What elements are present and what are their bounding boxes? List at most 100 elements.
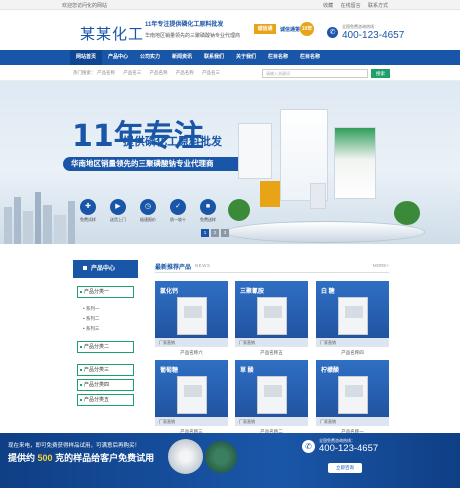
feature-label: 免费送样	[200, 217, 216, 222]
sample-image	[168, 439, 203, 474]
truck-icon: ▶	[110, 199, 126, 215]
main-nav: 网站首页 产品中心 公司实力 新闻资讯 联系我们 关于我们 栏目名称 栏目名称	[0, 50, 460, 65]
product-image: 草 酸 厂家直销	[235, 360, 308, 426]
trust-badge-year: 10年	[300, 22, 314, 36]
footer-line2-post: 克的样品给客户免费试用	[55, 453, 155, 463]
footer-line2-pre: 提供约	[8, 453, 36, 463]
thumbs-up-icon: ✓	[170, 199, 186, 215]
top-link-contact[interactable]: 联系方式	[368, 3, 388, 9]
sidebar-subcategory[interactable]: • 系列一	[83, 306, 99, 312]
slide-dot[interactable]: 1	[201, 229, 209, 237]
sidebar-category[interactable]: 产品分类二	[77, 341, 134, 353]
package-icon: ■	[200, 199, 216, 215]
hot-search-item[interactable]: 产品名称	[176, 70, 194, 75]
sidebar-subcategory[interactable]: • 系列三	[83, 326, 99, 332]
slide-dot[interactable]: 2	[211, 229, 219, 237]
banner-subtitle: 提供磷化工原料批发	[123, 136, 222, 148]
product-image: 氯化钙 厂家直销	[155, 281, 228, 347]
sidebar-category[interactable]: 产品分类三	[77, 364, 134, 376]
top-links: 收藏 在线留言 联系方式	[317, 2, 388, 9]
top-link-message[interactable]: 在线留言	[341, 3, 361, 9]
cta-footer: 现在来电，即可免费获得样品试用，可满意后再购买！ 提供约 500 克的样品给客户…	[0, 433, 460, 488]
product-sidebar: 产品中心 产品分类一 • 系列一 • 系列二 • 系列三 产品分类二 产品分类三…	[73, 260, 138, 410]
search-button[interactable]: 搜索	[371, 69, 390, 78]
product-bag-image	[310, 183, 326, 209]
hot-search-item[interactable]: 产品名称	[97, 70, 115, 75]
product-image-label: 葡萄糖	[160, 368, 179, 374]
products-section: 最新推荐产品 NEWS MORE+ 氯化钙 厂家直销 产品名称六 三聚氰胺 厂家…	[155, 260, 389, 440]
sidebar-category[interactable]: 产品分类一	[77, 286, 134, 298]
header-slogan-main: 11年专注提供磷化工原料批发	[145, 22, 224, 28]
slide-dot[interactable]: 3	[221, 229, 229, 237]
nav-item-column-1[interactable]: 栏目名称	[262, 50, 294, 65]
product-card[interactable]: 三聚氰胺 厂家直销 产品名称五	[235, 281, 308, 356]
products-title-en: NEWS	[195, 263, 211, 268]
nav-item-about[interactable]: 关于我们	[230, 50, 262, 65]
slide-pager: 1 2 3	[201, 229, 231, 237]
nav-item-news[interactable]: 新闻资讯	[166, 50, 198, 65]
nav-item-contact[interactable]: 联系我们	[198, 50, 230, 65]
feature-label: 送货上门	[110, 217, 126, 222]
nav-item-products[interactable]: 产品中心	[102, 50, 134, 65]
product-name[interactable]: 产品名称五	[235, 350, 308, 356]
product-image-caption: 厂家直销	[235, 417, 308, 426]
product-image-label: 氯化钙	[160, 289, 179, 295]
sidebar-title: 产品中心	[91, 266, 116, 272]
feature-delivery: ▶ 送货上门	[106, 199, 130, 223]
sidebar-category[interactable]: 产品分类四	[77, 379, 134, 391]
product-name[interactable]: 产品名称四	[316, 350, 389, 356]
consult-button[interactable]: 立即咨询	[328, 463, 362, 473]
gift-icon: ✚	[80, 199, 96, 215]
site-logo[interactable]: 某某化工	[80, 23, 144, 44]
hot-search-item[interactable]: 产品名三	[123, 70, 141, 75]
bag-icon	[257, 297, 287, 335]
search-input[interactable]: 请输入关键词	[262, 69, 368, 78]
product-image-caption: 厂家直销	[155, 338, 228, 347]
nav-item-column-2[interactable]: 栏目名称	[294, 50, 326, 65]
top-bar: 欢迎您访问化的网站 收藏 在线留言 联系方式	[0, 0, 460, 10]
hot-search-item[interactable]: 产品名三	[202, 70, 220, 75]
phone-icon: ✆	[302, 440, 315, 453]
divider	[155, 272, 389, 273]
phone-number: 400-123-4657	[342, 30, 405, 41]
feature-free-sample: ✚ 免费试样	[76, 199, 100, 223]
bag-icon	[338, 297, 368, 335]
product-image-caption: 厂家直销	[155, 417, 228, 426]
product-name[interactable]: 产品名称六	[155, 350, 228, 356]
product-card[interactable]: 柠檬酸 厂家直销 产品名称一	[316, 360, 389, 435]
banner-ribbon: 华南地区销量领先的三聚磷酸钠专业代理商	[63, 157, 243, 171]
welcome-text: 欢迎您访问化的网站	[62, 3, 108, 9]
sample-image	[205, 441, 237, 473]
pedestal-image	[225, 221, 425, 243]
hot-search-item[interactable]: 产品名称	[150, 70, 168, 75]
more-link[interactable]: MORE+	[373, 263, 389, 268]
subcategory-label: 系列三	[85, 326, 100, 331]
sidebar-subcategory[interactable]: • 系列二	[83, 316, 99, 322]
nav-item-home[interactable]: 网站首页	[70, 50, 102, 65]
header: 某某化工 11年专注提供磷化工原料批发 华南地区销量领先的三聚磷酸钠专业代理商 …	[0, 10, 460, 50]
product-image: 葡萄糖 厂家直销	[155, 360, 228, 426]
hot-search-label: 热门搜索：	[73, 70, 96, 75]
product-image: 白 糖 厂家直销	[316, 281, 389, 347]
bag-icon	[338, 376, 368, 414]
feature-quality: ✓ 质一较十	[166, 199, 190, 223]
tree-decoration	[394, 201, 420, 225]
product-bag-image	[334, 127, 376, 199]
product-card[interactable]: 葡萄糖 厂家直销 产品名称三	[155, 360, 228, 435]
product-image-caption: 厂家直销	[235, 338, 308, 347]
square-icon	[83, 266, 87, 271]
hero-banner[interactable]: 11年专注 提供磷化工原料批发 华南地区销量领先的三聚磷酸钠专业代理商 ✚ 免费…	[0, 81, 460, 244]
trust-badge: 诚信通	[254, 24, 276, 34]
subcategory-label: 系列一	[85, 306, 100, 311]
sidebar-category[interactable]: 产品分类五	[77, 394, 134, 406]
hot-search-bar: 热门搜索： 产品名称 产品名三 产品名称 产品名称 产品名三 请输入关键词 搜索	[0, 65, 460, 81]
header-slogan-sub: 华南地区销量领先的三聚磷酸钠专业代理商	[145, 33, 241, 39]
top-link-favorite[interactable]: 收藏	[323, 3, 333, 9]
product-image: 三聚氰胺 厂家直销	[235, 281, 308, 347]
product-card[interactable]: 草 酸 厂家直销 产品名称二	[235, 360, 308, 435]
tree-decoration	[228, 199, 250, 221]
product-card[interactable]: 氯化钙 厂家直销 产品名称六	[155, 281, 228, 356]
product-card[interactable]: 白 糖 厂家直销 产品名称四	[316, 281, 389, 356]
footer-line2-num: 500	[37, 453, 53, 463]
nav-item-strength[interactable]: 公司实力	[134, 50, 166, 65]
